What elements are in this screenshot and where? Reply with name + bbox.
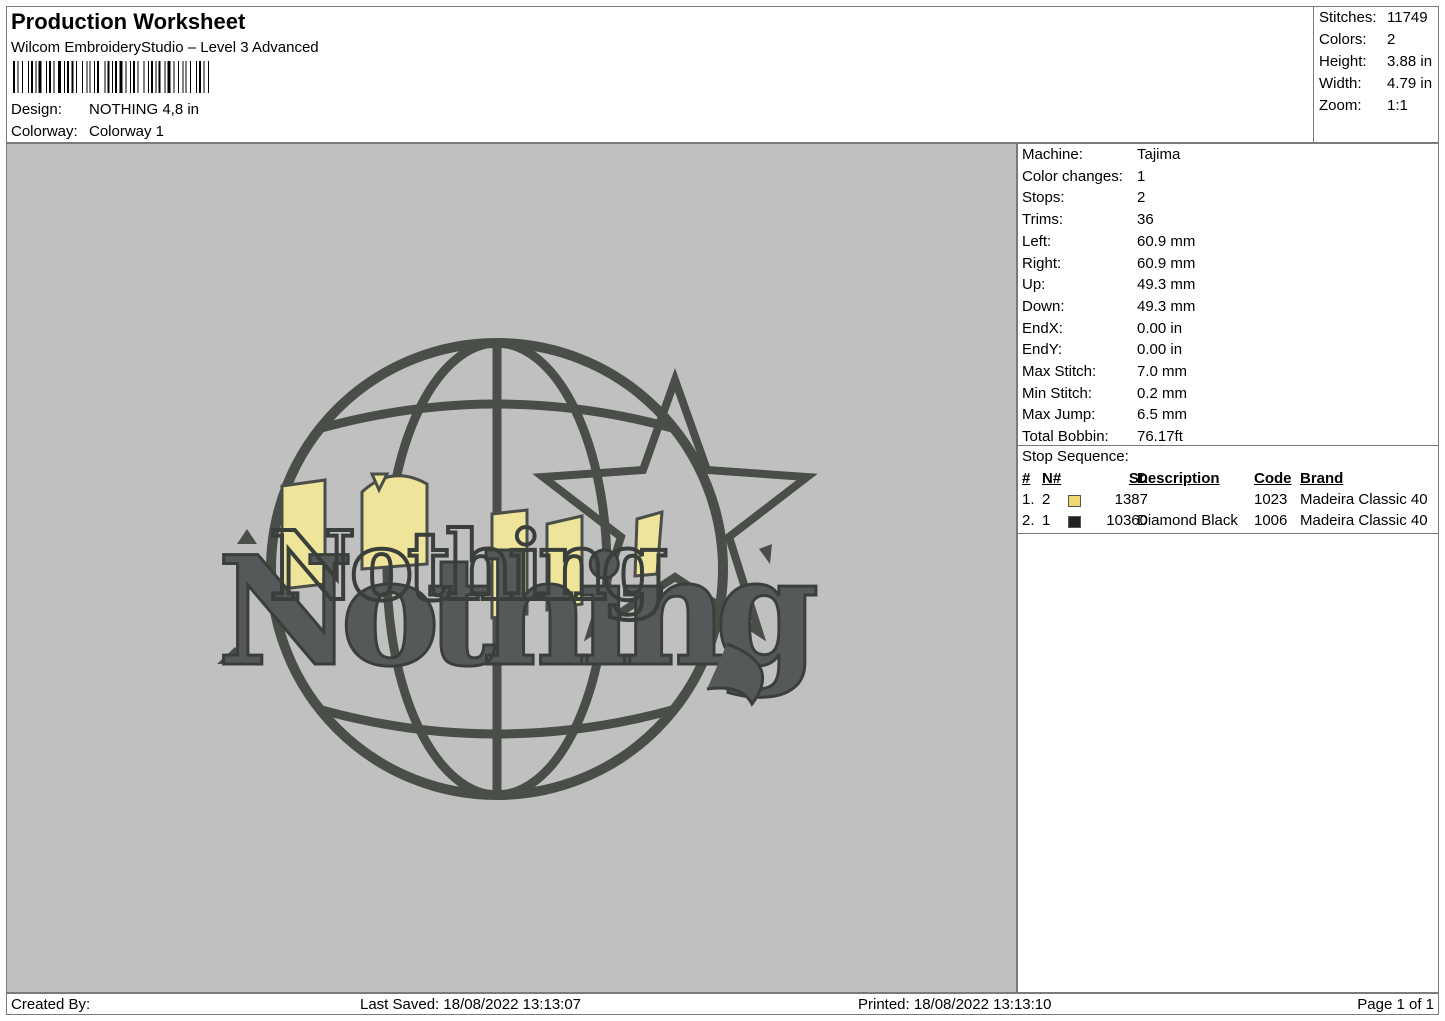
design-barcode	[13, 61, 209, 93]
design-label: Design:	[11, 101, 62, 118]
design-row: Design: NOTHING 4,8 in	[11, 101, 199, 118]
colorway-value: Colorway 1	[89, 123, 165, 140]
stat-label: Right:	[1022, 254, 1062, 272]
stat-label: Max Jump:	[1022, 406, 1096, 424]
stat-value: 0.2 mm	[1137, 384, 1188, 402]
stat-row: Color changes: 1	[1022, 168, 1145, 185]
stat-value: 60.9 mm	[1137, 232, 1196, 250]
stat-row: Machine: Tajima	[1022, 146, 1180, 163]
machine-info-panel: Machine: Tajima Color changes: 1 Stops: 2 Trim…	[1017, 143, 1439, 993]
stat-value: 0.00 in	[1137, 319, 1183, 337]
stat-label: Total Bobbin:	[1022, 428, 1109, 446]
design-preview: Nothing Nothing	[6, 143, 1017, 993]
color-swatch	[1068, 495, 1081, 507]
stat-value: 76.17ft	[1137, 428, 1183, 446]
stat-label: Up:	[1022, 276, 1046, 294]
stat-value: 49.3 mm	[1137, 276, 1196, 294]
stat-label: Down:	[1022, 297, 1065, 315]
page-number: Page 1 of 1	[1357, 996, 1434, 1013]
stat-row: EndX: 0.00 in	[1022, 320, 1182, 337]
stat-value: 2	[1137, 189, 1146, 207]
worksheet-footer: Created By: Last Saved: 18/08/2022 13:13…	[6, 993, 1439, 1015]
stat-label: Left:	[1022, 232, 1052, 250]
stat-label: Min Stitch:	[1022, 384, 1093, 402]
embroidery-design: Nothing Nothing	[216, 338, 832, 800]
worksheet-title: Production Worksheet	[11, 9, 246, 34]
stat-row: Up: 49.3 mm	[1022, 276, 1195, 293]
stat-row: Right: 60.9 mm	[1022, 255, 1195, 272]
color-swatch	[1068, 516, 1081, 528]
stat-value: 6.5 mm	[1137, 406, 1188, 424]
summary-zoom: Zoom: 1:1	[1319, 97, 1408, 114]
stat-row: Down: 49.3 mm	[1022, 298, 1195, 315]
summary-stitches: Stitches: 11749	[1319, 9, 1428, 26]
stat-row: Trims: 36	[1022, 211, 1154, 228]
colorway-label: Colorway:	[11, 123, 78, 140]
stat-row: EndY: 0.00 in	[1022, 341, 1182, 358]
stat-label: Stops:	[1022, 189, 1065, 207]
stat-row: Total Bobbin: 76.17ft	[1022, 428, 1183, 445]
table-row: 1. 2 1387 1023 Madeira Classic 40	[1022, 491, 1428, 508]
stat-value: 60.9 mm	[1137, 254, 1196, 272]
stat-label: Trims:	[1022, 211, 1064, 229]
stat-value: 7.0 mm	[1137, 363, 1188, 380]
stat-value: 0.00 in	[1137, 341, 1183, 359]
summary-height: Height: 3.88 in	[1319, 53, 1433, 70]
stat-row: Max Stitch: 7.0 mm	[1022, 363, 1187, 380]
stat-value: Tajima	[1137, 146, 1181, 163]
summary-width: Width: 4.79 in	[1319, 75, 1433, 92]
stat-label: EndY:	[1022, 341, 1063, 359]
colorway-row: Colorway: Colorway 1	[11, 123, 164, 140]
stat-value: 49.3 mm	[1137, 297, 1196, 315]
stop-sequence-table: # N# St. Description Code Brand 1. 2 138…	[1018, 470, 1438, 533]
created-by: Created By:	[11, 996, 91, 1013]
summary-colors: Colors: 2	[1319, 31, 1396, 48]
stat-label: Machine:	[1022, 146, 1083, 163]
stat-value: 36	[1137, 211, 1154, 229]
stat-value: 1	[1137, 167, 1146, 185]
design-summary: Stitches: 11749 Colors: 2 Height: 3.88 in W…	[1313, 6, 1439, 143]
table-header: # N# St. Description Code Brand	[1022, 470, 1344, 487]
last-saved: Last Saved: 18/08/2022 13:13:07	[360, 996, 582, 1013]
worksheet-header: Production Worksheet Wilcom EmbroiderySt…	[6, 6, 1439, 143]
stat-row: Left: 60.9 mm	[1022, 233, 1195, 250]
printed-date: Printed: 18/08/2022 13:13:10	[858, 996, 1052, 1013]
design-wordmark-shadow: Nothing	[269, 511, 666, 622]
software-name: Wilcom EmbroideryStudio – Level 3 Advanc…	[11, 39, 319, 56]
stat-row: Stops: 2	[1022, 189, 1145, 206]
stat-label: Color changes:	[1022, 167, 1123, 185]
stat-row: Min Stitch: 0.2 mm	[1022, 385, 1187, 402]
table-row: 2. 1 10360 Diamond Black 1006 Madeira Cl…	[1022, 512, 1428, 529]
stat-label: Max Stitch:	[1022, 363, 1097, 380]
stat-row: Max Jump: 6.5 mm	[1022, 406, 1187, 423]
design-value: NOTHING 4,8 in	[89, 101, 200, 118]
stat-label: EndX:	[1022, 319, 1063, 337]
stop-sequence-title: Stop Sequence:	[1022, 448, 1129, 465]
